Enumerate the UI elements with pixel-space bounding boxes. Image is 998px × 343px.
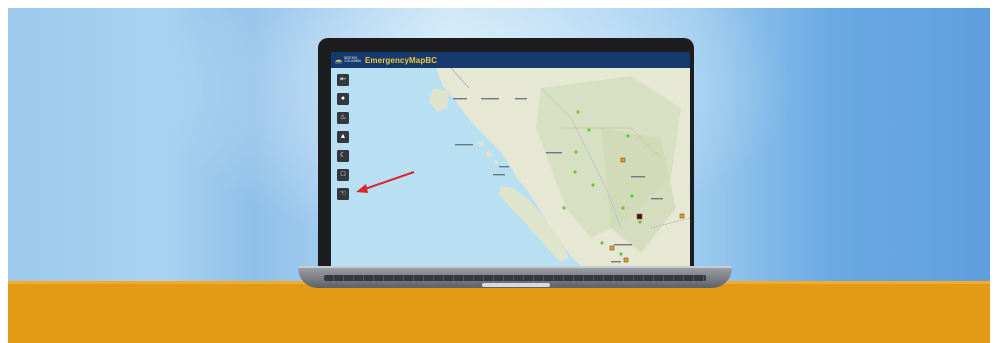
- laptop-trackpad: [482, 283, 550, 287]
- annotation-arrow-icon: [356, 171, 415, 193]
- scene: BRITISH COLUMBIA EmergencyMapBC ⇤ ● ♨ ▲ …: [0, 0, 998, 343]
- laptop-keyboard: [324, 275, 706, 281]
